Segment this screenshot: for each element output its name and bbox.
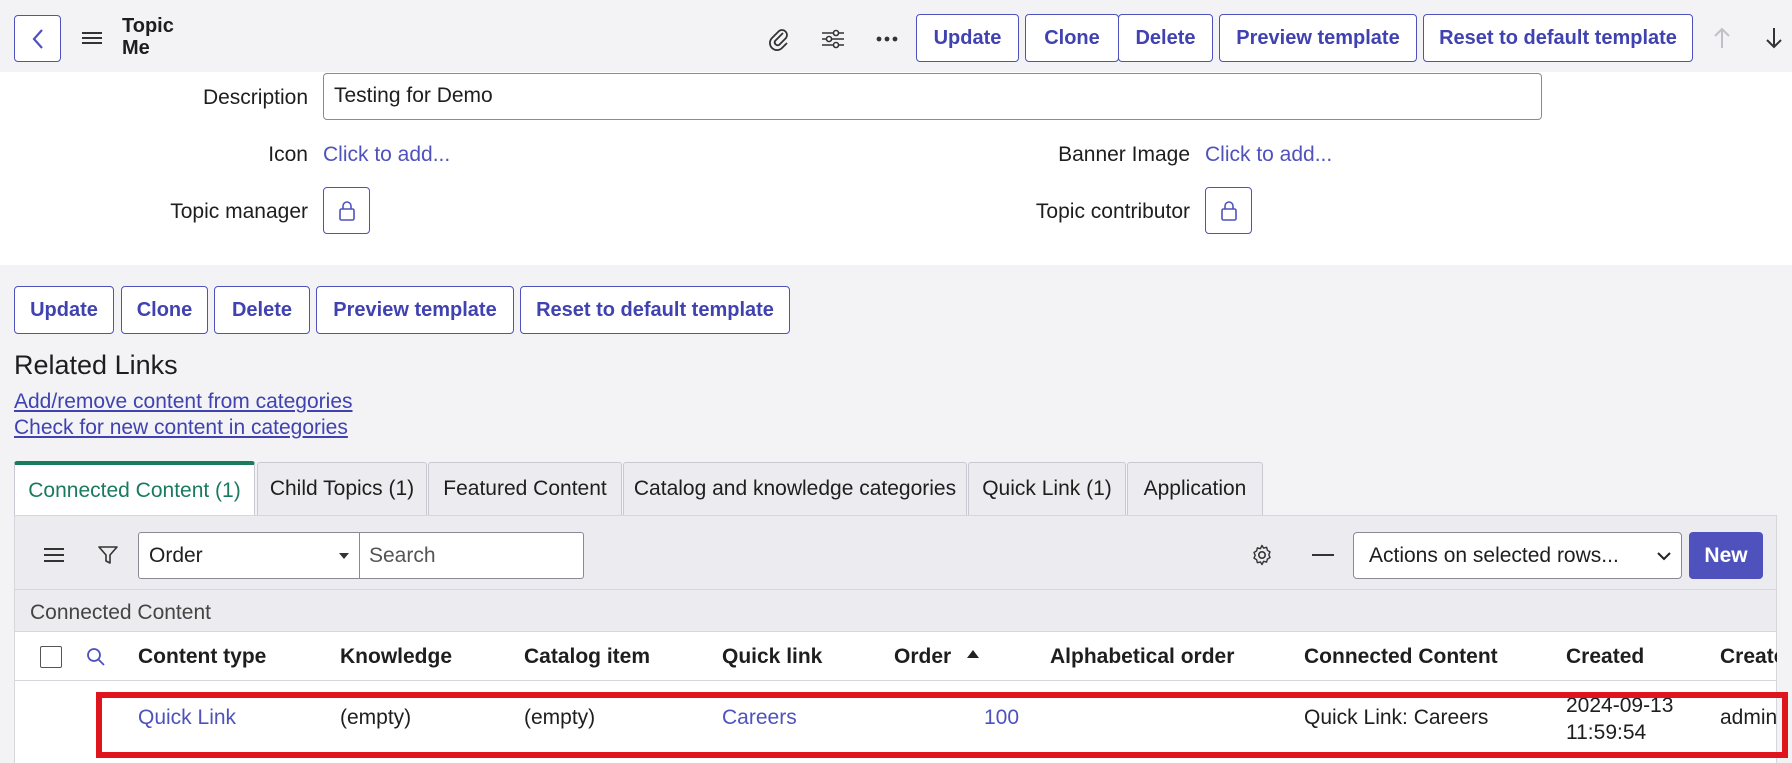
column-header-quick-link[interactable]: Quick link bbox=[722, 645, 822, 669]
column-header-connected-content[interactable]: Connected Content bbox=[1304, 645, 1498, 669]
order-select[interactable]: Order bbox=[138, 532, 360, 579]
record-title: Topic Me bbox=[122, 15, 174, 59]
arrow-down-icon[interactable] bbox=[1762, 24, 1786, 52]
lock-icon bbox=[338, 200, 355, 221]
column-header-knowledge[interactable]: Knowledge bbox=[340, 645, 452, 669]
order-select-value: Order bbox=[149, 544, 203, 567]
icon-label: Icon bbox=[268, 143, 308, 166]
topic-manager-label: Topic manager bbox=[170, 200, 308, 223]
column-header-alphabetical-order[interactable]: Alphabetical order bbox=[1050, 645, 1234, 669]
actions-select[interactable]: Actions on selected rows... bbox=[1353, 532, 1682, 579]
search-input[interactable]: Search bbox=[359, 532, 584, 579]
lock-icon bbox=[1220, 200, 1237, 221]
column-header-created-by-label: Create bbox=[1720, 645, 1777, 668]
column-header-created[interactable]: Created bbox=[1566, 645, 1644, 669]
chevron-down-icon bbox=[1657, 552, 1671, 561]
topic-contributor-lock-button[interactable] bbox=[1205, 187, 1252, 234]
topic-contributor-label: Topic contributor bbox=[1035, 200, 1190, 223]
clone-button[interactable]: Clone bbox=[121, 286, 208, 334]
record-title-line1: Topic bbox=[122, 15, 174, 37]
back-button[interactable] bbox=[14, 15, 61, 62]
related-link-check-new[interactable]: Check for new content in categories bbox=[14, 416, 348, 440]
reset-template-button[interactable]: Reset to default template bbox=[520, 286, 790, 334]
search-icon[interactable] bbox=[84, 645, 108, 669]
select-all-checkbox[interactable] bbox=[40, 646, 62, 668]
header-clone-button[interactable]: Clone bbox=[1025, 14, 1119, 62]
column-header-order[interactable]: Order bbox=[894, 645, 980, 669]
banner-image-label: Banner Image bbox=[1058, 143, 1190, 166]
topic-manager-lock-button[interactable] bbox=[323, 187, 370, 234]
tab-catalog-knowledge-categories[interactable]: Catalog and knowledge categories bbox=[623, 462, 967, 515]
preview-template-button[interactable]: Preview template bbox=[316, 286, 514, 334]
header-reset-template-button[interactable]: Reset to default template bbox=[1423, 14, 1693, 62]
new-button[interactable]: New bbox=[1689, 532, 1763, 579]
column-header-catalog-item[interactable]: Catalog item bbox=[524, 645, 650, 669]
menu-icon[interactable] bbox=[80, 26, 104, 50]
sort-ascending-icon bbox=[967, 650, 980, 659]
column-header-content-type[interactable]: Content type bbox=[138, 645, 266, 669]
sliders-icon[interactable] bbox=[818, 24, 848, 54]
chevron-left-icon bbox=[32, 28, 43, 49]
filter-icon[interactable] bbox=[95, 542, 121, 568]
description-label: Description bbox=[202, 86, 308, 109]
list-caption-bar bbox=[14, 589, 1777, 632]
highlight-box bbox=[96, 692, 1788, 758]
header-delete-button[interactable]: Delete bbox=[1118, 14, 1213, 62]
more-options-icon[interactable] bbox=[872, 24, 902, 54]
column-header-order-label: Order bbox=[894, 645, 952, 668]
related-link-add-remove[interactable]: Add/remove content from categories bbox=[14, 390, 353, 414]
tab-connected-content[interactable]: Connected Content (1) bbox=[14, 461, 255, 516]
paperclip-icon[interactable] bbox=[764, 24, 794, 54]
tab-quick-link[interactable]: Quick Link (1) bbox=[968, 462, 1126, 515]
column-header-created-by[interactable]: Create bbox=[1720, 645, 1777, 669]
icon-add-link[interactable]: Click to add... bbox=[323, 143, 450, 167]
record-title-line2: Me bbox=[122, 37, 150, 59]
caret-down-icon bbox=[339, 553, 349, 559]
header-preview-template-button[interactable]: Preview template bbox=[1219, 14, 1417, 62]
related-links-title: Related Links bbox=[14, 350, 178, 380]
tab-application[interactable]: Application bbox=[1127, 462, 1263, 515]
actions-select-value: Actions on selected rows... bbox=[1369, 544, 1619, 567]
list-caption: Connected Content bbox=[30, 601, 211, 624]
tab-child-topics[interactable]: Child Topics (1) bbox=[257, 462, 427, 515]
banner-image-add-link[interactable]: Click to add... bbox=[1205, 143, 1332, 167]
arrow-up-icon[interactable] bbox=[1710, 24, 1734, 52]
collapse-icon[interactable] bbox=[1310, 543, 1336, 567]
description-value: Testing for Demo bbox=[334, 84, 493, 107]
gear-icon[interactable] bbox=[1249, 542, 1275, 568]
delete-button[interactable]: Delete bbox=[214, 286, 310, 334]
header-update-button[interactable]: Update bbox=[916, 14, 1019, 62]
search-placeholder: Search bbox=[369, 544, 436, 567]
update-button[interactable]: Update bbox=[14, 286, 114, 334]
tab-featured-content[interactable]: Featured Content bbox=[428, 462, 622, 515]
list-menu-icon[interactable] bbox=[42, 543, 66, 567]
description-field[interactable]: Testing for Demo bbox=[323, 73, 1542, 120]
